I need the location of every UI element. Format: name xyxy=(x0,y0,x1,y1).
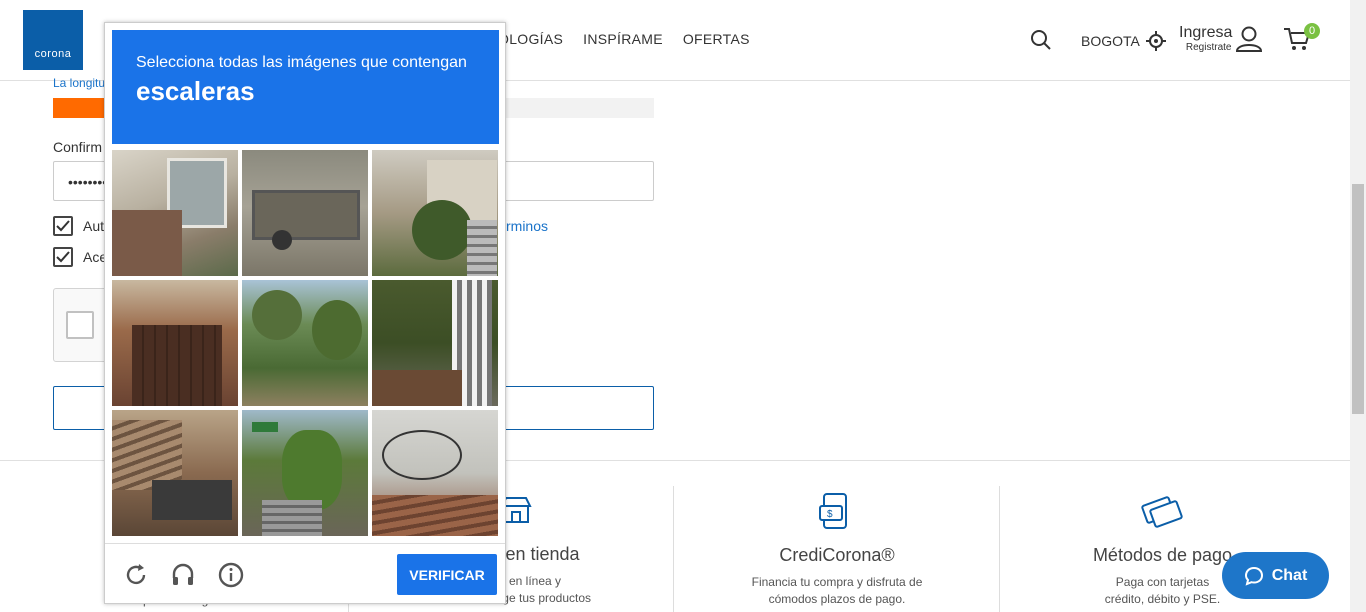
cart-count-badge: 0 xyxy=(1304,23,1320,39)
captcha-tile[interactable] xyxy=(242,280,368,406)
footer-col-4-desc-2: crédito, débito y PSE. xyxy=(1104,592,1221,606)
captcha-tile[interactable] xyxy=(112,410,238,536)
info-icon[interactable] xyxy=(218,562,244,588)
scrollbar-thumb[interactable] xyxy=(1352,184,1364,414)
confirm-password-label: Confirm xyxy=(53,139,103,155)
captcha-tile[interactable] xyxy=(242,150,368,276)
chat-button[interactable]: Chat xyxy=(1222,552,1329,599)
nav-item-inspirame[interactable]: INSPÍRAME xyxy=(583,31,663,47)
checkmark-icon xyxy=(56,220,70,232)
captcha-tile[interactable] xyxy=(372,280,498,406)
nav-item-ofertas[interactable]: OFERTAS xyxy=(683,31,750,47)
captcha-tile[interactable] xyxy=(372,150,498,276)
corona-logo[interactable]: corona xyxy=(23,10,83,70)
footer-col-3: CrediCorona® Financia tu compra y disfru… xyxy=(737,545,937,608)
captcha-header: Selecciona todas las imágenes que conten… xyxy=(112,30,499,144)
footer-column-divider xyxy=(673,486,674,612)
register-label: Registrate xyxy=(1185,42,1232,53)
cards-icon xyxy=(1141,496,1183,528)
city-label: BOGOTA xyxy=(1081,33,1140,49)
nav-item-tecnologias[interactable]: OLOGÍAS xyxy=(498,31,563,47)
chat-bubble-icon xyxy=(1244,566,1263,586)
verify-button[interactable]: VERIFICAR xyxy=(397,554,497,595)
logo-text: corona xyxy=(34,48,72,60)
footer-col-3-title: CrediCorona® xyxy=(779,545,895,565)
captcha-footer: VERIFICAR xyxy=(105,543,505,603)
authorize-checkbox[interactable] xyxy=(53,216,73,236)
main-nav: OLOGÍAS INSPÍRAME OFERTAS xyxy=(498,31,750,47)
password-strength-bar xyxy=(53,98,105,118)
captcha-target-object: escaleras xyxy=(136,76,255,106)
reload-icon[interactable] xyxy=(123,562,149,588)
chat-label: Chat xyxy=(1271,566,1308,584)
footer-col-2-desc-1: en línea y xyxy=(508,574,562,588)
captcha-tile[interactable] xyxy=(112,150,238,276)
password-length-hint: La longitu xyxy=(53,76,106,90)
footer-col-4-desc-1: Paga con tarjetas xyxy=(1115,575,1210,589)
checkmark-icon xyxy=(56,251,70,263)
svg-text:$: $ xyxy=(827,509,833,520)
footer-col-3-desc-1: Financia tu compra y disfruta de xyxy=(751,575,923,589)
search-icon[interactable] xyxy=(1030,29,1052,51)
login-label: Ingresa xyxy=(1179,24,1233,41)
captcha-image-grid xyxy=(112,150,498,536)
city-selector[interactable]: BOGOTA xyxy=(1081,31,1166,51)
footer-column-divider xyxy=(999,486,1000,612)
captcha-tile[interactable] xyxy=(242,410,368,536)
captcha-tile[interactable] xyxy=(372,410,498,536)
password-strength-track xyxy=(500,98,654,118)
credit-phone-icon: $ xyxy=(819,493,847,529)
terms-link[interactable]: rminos xyxy=(506,218,548,234)
location-target-icon xyxy=(1145,31,1166,51)
footer-col-3-desc-2: cómodos plazos de pago. xyxy=(768,592,906,606)
captcha-instruction: Selecciona todas las imágenes que conten… xyxy=(136,54,467,71)
recaptcha-checkbox[interactable] xyxy=(66,311,94,339)
user-icon[interactable] xyxy=(1235,26,1263,52)
accept-terms-checkbox[interactable] xyxy=(53,247,73,267)
headphones-icon[interactable] xyxy=(170,562,196,588)
authorize-label: Aut xyxy=(83,218,105,234)
login-link[interactable]: Ingresa Registrate xyxy=(1179,24,1232,53)
captcha-tile[interactable] xyxy=(112,280,238,406)
recaptcha-challenge: Selecciona todas las imágenes que conten… xyxy=(104,22,506,604)
